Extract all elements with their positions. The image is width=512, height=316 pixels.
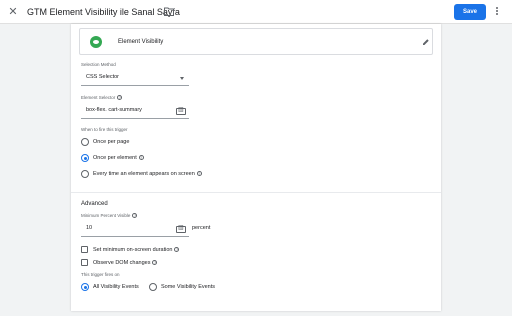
save-button[interactable]: Save [454,4,486,20]
help-icon[interactable]: ? [132,213,138,219]
fires-on-option-label: All Visibility Events [93,284,139,290]
element-selector-input[interactable]: box-flex. cart-summary [81,103,189,119]
folder-icon[interactable] [164,7,174,16]
trigger-type-label: Element Visibility [118,39,164,45]
checkbox[interactable] [81,259,88,266]
fires-on-label: This trigger fires on [81,272,120,277]
advanced-section-title: Advanced [81,201,108,207]
fires-on-option-label: Some Visibility Events [161,284,216,290]
pencil-icon[interactable] [422,38,430,46]
radio-button[interactable] [149,283,157,291]
fire-option-label: Once per element? [93,155,144,161]
element-selector-value: box-flex. cart-summary [86,107,142,113]
min-percent-label: Minimum Percent Visible? [81,213,138,219]
percent-suffix: percent [192,225,211,231]
fire-trigger-label: When to fire this trigger [81,127,128,132]
element-visibility-icon [90,36,102,48]
radio-button[interactable] [81,170,89,178]
help-icon[interactable]: ? [152,260,158,266]
help-icon[interactable]: ? [138,155,144,161]
variable-picker-icon[interactable] [176,106,186,115]
trigger-type-selector[interactable]: Element Visibility [79,28,433,55]
radio-button[interactable] [81,138,89,146]
more-options-icon[interactable] [494,6,500,18]
min-duration-label: Set minimum on-screen duration? [93,247,180,253]
help-icon[interactable]: ? [174,247,180,253]
variable-picker-icon[interactable] [176,224,186,233]
min-percent-input[interactable]: 10 [81,221,189,237]
help-icon[interactable]: ? [196,171,202,177]
trigger-configuration-card: Element Visibility Selection Method CSS … [71,24,441,311]
checkbox[interactable] [81,246,88,253]
radio-button-selected[interactable] [81,154,89,162]
selection-method-label: Selection Method [81,62,116,67]
top-bar: ✕ GTM Element Visibility ile Sanal Sayfa… [0,0,512,24]
observe-dom-label: Observe DOM changes? [93,260,158,266]
help-icon[interactable]: ? [117,95,123,101]
radio-button-selected[interactable] [81,283,89,291]
page-title[interactable]: GTM Element Visibility ile Sanal Sayfa [27,6,180,18]
selection-method-value: CSS Selector [86,74,120,80]
divider [71,192,441,193]
close-icon[interactable]: ✕ [7,6,19,18]
element-selector-label: Element Selector? [81,95,123,101]
selection-method-dropdown[interactable]: CSS Selector [81,70,189,86]
fire-option-label: Once per page [93,139,130,145]
fire-option-label: Every time an element appears on screen? [93,171,202,177]
min-percent-value: 10 [86,225,93,231]
chevron-down-icon [180,77,184,80]
